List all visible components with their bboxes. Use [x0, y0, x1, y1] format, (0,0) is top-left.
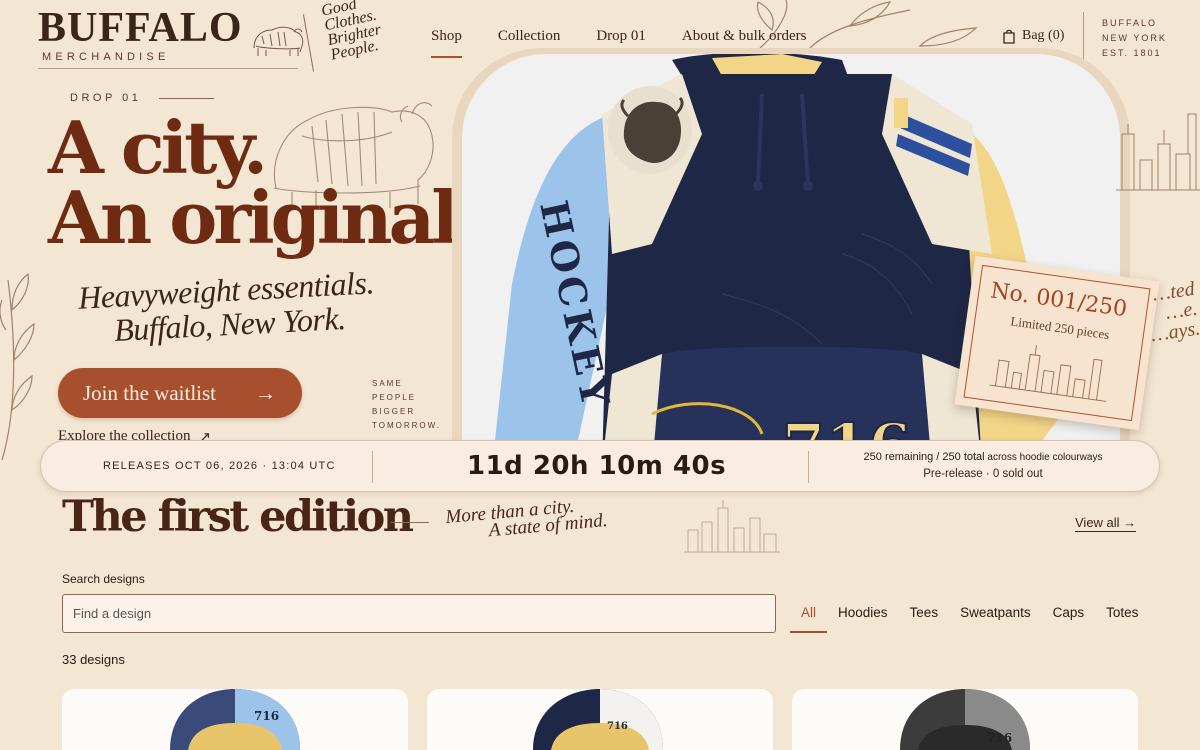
skyline-icon	[1116, 113, 1200, 191]
category-filter-tabs: All Hoodies Tees Sweatpants Caps Totes	[790, 594, 1149, 633]
section-title: The first edition	[62, 492, 414, 542]
side-script-text: …ted …e. …ays.	[1144, 278, 1200, 347]
shopping-bag-icon	[1003, 29, 1015, 44]
stock-remaining-note: across hoodie colourways	[984, 452, 1103, 463]
drop-label-text: DROP 01	[70, 92, 142, 104]
tagline-poem: SAME PEOPLE BIGGER TOMORROW.	[372, 377, 441, 433]
search-input[interactable]	[62, 594, 776, 633]
product-tag: 716	[254, 709, 280, 723]
join-waitlist-button[interactable]: Join the waitlist →	[58, 368, 302, 418]
release-countdown-bar: RELEASES OCT 06, 2026 · 13:04 UTC 11d 20…	[40, 440, 1160, 492]
join-waitlist-label: Join the waitlist	[83, 380, 216, 405]
hoodie-thumbnail	[900, 689, 1030, 750]
hero-title-line-1: A city.	[48, 105, 268, 190]
section-tagline: More than a city. A state of mind.	[445, 495, 609, 543]
city-line: BUFFALO	[1102, 18, 1158, 28]
leaf-decoration-icon	[0, 272, 35, 460]
poem-line: PEOPLE	[372, 393, 417, 402]
bag-label: Bag (0)	[1022, 28, 1065, 43]
nav-shop[interactable]: Shop	[431, 28, 462, 58]
poem-line: BIGGER	[372, 407, 416, 416]
product-card[interactable]: 716	[427, 689, 773, 750]
stock-remaining-count: 250 remaining / 250 total	[863, 451, 985, 463]
filter-tab-tees[interactable]: Tees	[899, 594, 950, 633]
arrow-right-icon: →	[255, 380, 276, 405]
brand-subtitle: MERCHANDISE	[42, 51, 170, 63]
skyline-icon	[684, 500, 780, 553]
drop-label: DROP 01	[70, 92, 215, 104]
filter-tab-hoodies[interactable]: Hoodies	[827, 594, 899, 633]
product-tag: 716	[607, 721, 628, 732]
release-date: RELEASES OCT 06, 2026 · 13:04 UTC	[103, 460, 336, 472]
filter-tab-all[interactable]: All	[790, 594, 828, 633]
hoodie-thumbnail	[170, 689, 300, 750]
filter-tab-caps[interactable]: Caps	[1042, 594, 1096, 633]
product-card[interactable]: 716	[62, 689, 408, 750]
stock-remaining: 250 remaining / 250 total across hoodie …	[861, 451, 1105, 463]
filter-tab-sweatpants[interactable]: Sweatpants	[949, 594, 1042, 633]
poem-line: TOMORROW.	[372, 421, 441, 430]
bison-logo-icon	[253, 26, 304, 56]
hero-title-line-2: An original.	[48, 175, 480, 260]
filter-tab-totes[interactable]: Totes	[1095, 594, 1149, 633]
release-status: Pre-release · 0 sold out	[923, 468, 1043, 480]
countdown-divider	[372, 451, 373, 483]
hoodie-thumbnail	[533, 689, 663, 750]
countdown-timer: 11d 20h 10m 40s	[467, 451, 727, 481]
limited-edition-card: No. 001/250 Limited 250 pieces	[954, 255, 1160, 431]
drop-label-line	[159, 97, 215, 99]
product-card[interactable]: 716	[792, 689, 1138, 750]
poem-line: SAME	[372, 379, 403, 388]
brand-slogan: Good Clothes. Brighter People.	[320, 0, 411, 64]
section-dash	[391, 522, 429, 523]
countdown-divider	[808, 451, 809, 483]
view-all-link[interactable]: View all →	[1075, 515, 1137, 532]
city-line: NEW YORK	[1102, 33, 1167, 43]
results-count: 33 designs	[62, 652, 125, 667]
brand-divider	[38, 68, 298, 69]
product-tag: 716	[987, 731, 1013, 745]
side-script-line: …ays.	[1149, 317, 1200, 347]
search-label: Search designs	[62, 572, 145, 586]
bag-button[interactable]: Bag (0)	[1002, 28, 1064, 44]
brand-title: BUFFALO	[38, 5, 243, 51]
